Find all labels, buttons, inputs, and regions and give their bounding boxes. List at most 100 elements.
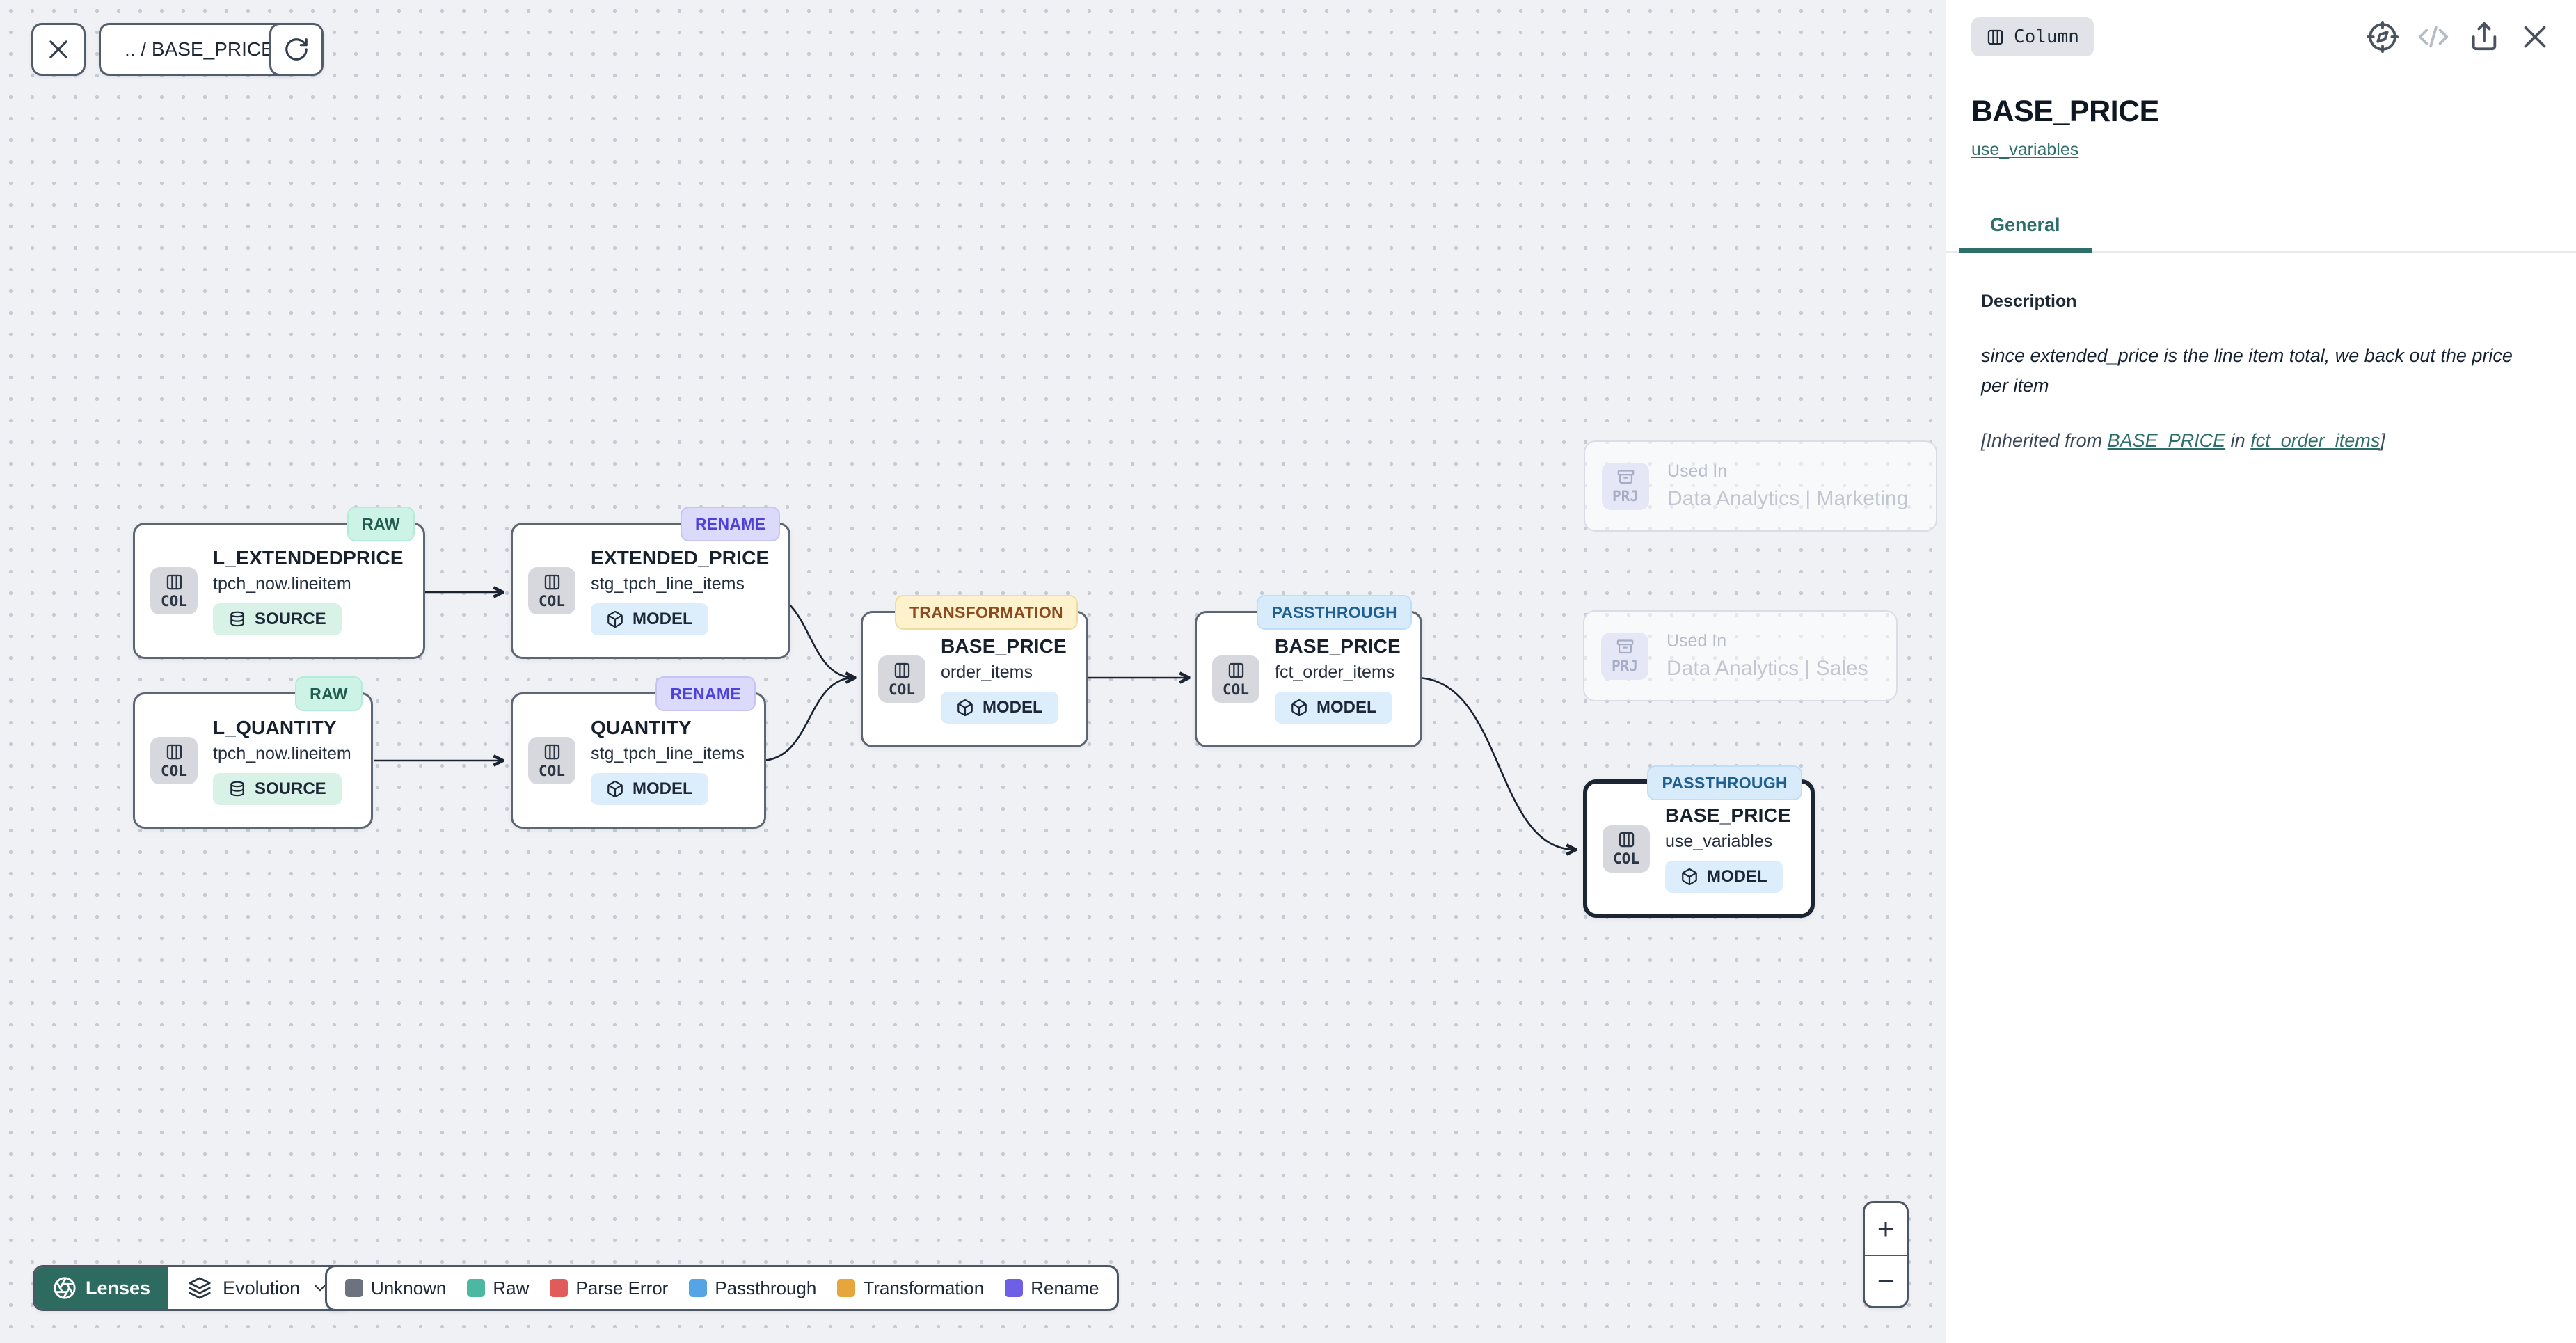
node-subtitle: fct_order_items <box>1275 662 1394 683</box>
used-in-node-marketing[interactable]: PRJ Used In Data Analytics | Marketing <box>1584 440 1937 532</box>
lens-badge: RAW <box>295 676 363 711</box>
node-l-quantity[interactable]: RAW COL L_QUANTITY tpch_now.lineitem SOU… <box>133 692 373 829</box>
node-title: L_QUANTITY <box>213 717 337 739</box>
legend-swatch <box>467 1279 485 1297</box>
node-subtitle: stg_tpch_line_items <box>591 574 745 594</box>
columns-icon <box>543 573 562 591</box>
close-icon <box>45 36 72 63</box>
legend-item-rename: Rename <box>1005 1278 1099 1299</box>
asset-type-pill: MODEL <box>591 773 708 805</box>
column-chip: COL <box>150 567 198 614</box>
lens-badge: PASSTHROUGH <box>1647 765 1802 800</box>
legend-item-unknown: Unknown <box>345 1278 446 1299</box>
database-icon <box>228 780 246 798</box>
column-chip: COL <box>1212 655 1259 703</box>
node-subtitle: tpch_now.lineitem <box>213 574 351 594</box>
lenses-control: Lenses Evolution <box>33 1265 351 1311</box>
node-title: EXTENDED_PRICE <box>591 547 769 569</box>
asset-type-pill: MODEL <box>1665 861 1783 893</box>
node-base-price-order-items[interactable]: TRANSFORMATION COL BASE_PRICE order_item… <box>861 611 1088 747</box>
columns-icon <box>543 742 562 761</box>
database-icon <box>228 610 246 628</box>
asset-type-pill: SOURCE <box>213 773 342 805</box>
node-subtitle: order_items <box>941 662 1033 683</box>
columns-icon <box>1986 28 2005 47</box>
column-chip: COL <box>528 567 575 614</box>
description-text: since extended_price is the line item to… <box>1981 341 2545 401</box>
asset-type-pill: SOURCE <box>213 603 342 635</box>
columns-icon <box>165 573 184 591</box>
column-chip: COL <box>878 655 925 703</box>
columns-icon <box>165 742 184 761</box>
cube-icon <box>606 780 624 798</box>
refresh-button[interactable] <box>269 23 324 76</box>
model-link[interactable]: use_variables <box>1971 140 2078 160</box>
node-quantity[interactable]: RENAME COL QUANTITY stg_tpch_line_items … <box>511 692 766 829</box>
zoom-out-button[interactable]: − <box>1865 1255 1907 1306</box>
cube-icon <box>1290 699 1308 717</box>
node-title: BASE_PRICE <box>941 635 1067 658</box>
cube-icon <box>606 610 624 628</box>
node-title: QUANTITY <box>591 717 692 739</box>
lens-mode-dropdown[interactable]: Evolution <box>168 1267 349 1309</box>
lens-mode-label: Evolution <box>223 1278 300 1299</box>
lens-badge: RAW <box>347 507 415 541</box>
node-l-extendedprice[interactable]: RAW COL L_EXTENDEDPRICE tpch_now.lineite… <box>133 523 425 659</box>
archive-icon <box>1616 468 1635 486</box>
legend-swatch <box>837 1279 855 1297</box>
used-in-name: Data Analytics | Sales <box>1667 657 1868 681</box>
legend-swatch <box>689 1279 707 1297</box>
used-in-name: Data Analytics | Marketing <box>1667 487 1908 511</box>
node-title: BASE_PRICE <box>1275 635 1401 658</box>
compass-icon <box>2367 21 2399 53</box>
lens-badge: RENAME <box>681 507 780 541</box>
column-chip: COL <box>1603 825 1650 873</box>
project-chip: PRJ <box>1602 463 1649 510</box>
share-icon <box>2468 21 2500 53</box>
description-label: Description <box>1981 292 2551 312</box>
lineage-canvas[interactable]: .. / BASE_PRICE RAW COL L_EXTENDEDPRICE … <box>0 0 1946 1343</box>
panel-tabs: General <box>1946 205 2576 253</box>
close-graph-button[interactable] <box>31 23 86 76</box>
details-panel: Column BASE_PRICE use_variables General … <box>1946 0 2576 1343</box>
cube-icon <box>1680 868 1699 886</box>
panel-title: BASE_PRICE <box>1971 95 2551 129</box>
legend-item-passthrough: Passthrough <box>689 1278 816 1299</box>
node-title: BASE_PRICE <box>1665 804 1791 827</box>
lenses-button[interactable]: Lenses <box>35 1267 168 1309</box>
code-icon <box>2417 21 2449 53</box>
legend-swatch <box>550 1279 568 1297</box>
node-subtitle: use_variables <box>1665 832 1772 852</box>
share-button[interactable] <box>2468 21 2500 53</box>
inherited-note: [Inherited from BASE_PRICE in fct_order_… <box>1981 430 2551 452</box>
asset-type-pill: MODEL <box>591 603 708 635</box>
aperture-icon <box>53 1276 77 1300</box>
lens-badge: RENAME <box>655 676 755 711</box>
used-in-node-sales[interactable]: PRJ Used In Data Analytics | Sales <box>1583 610 1898 701</box>
legend-item-parse-error: Parse Error <box>550 1278 668 1299</box>
node-extended-price[interactable]: RENAME COL EXTENDED_PRICE stg_tpch_line_… <box>511 523 790 659</box>
node-title: L_EXTENDEDPRICE <box>213 547 404 569</box>
node-subtitle: stg_tpch_line_items <box>591 744 745 764</box>
node-base-price-use-variables[interactable]: PASSTHROUGH COL BASE_PRICE use_variables… <box>1583 779 1815 918</box>
project-chip: PRJ <box>1601 633 1648 680</box>
legend-item-transformation: Transformation <box>837 1278 984 1299</box>
lenses-label: Lenses <box>86 1278 150 1299</box>
close-panel-button[interactable] <box>2519 21 2551 53</box>
close-icon <box>2519 21 2551 53</box>
columns-icon <box>893 661 912 680</box>
inherited-column-link[interactable]: BASE_PRICE <box>2108 430 2226 451</box>
node-base-price-fct-order-items[interactable]: PASSTHROUGH COL BASE_PRICE fct_order_ite… <box>1195 611 1422 747</box>
column-chip: COL <box>528 737 575 784</box>
column-chip: COL <box>150 737 198 784</box>
cube-icon <box>956 699 974 717</box>
explore-lineage-button[interactable] <box>2367 21 2399 53</box>
zoom-in-button[interactable]: + <box>1865 1203 1907 1255</box>
legend-swatch <box>1005 1279 1023 1297</box>
columns-icon <box>1617 830 1636 849</box>
tab-general[interactable]: General <box>1959 205 2092 253</box>
asset-type-pill: MODEL <box>1275 692 1392 724</box>
view-code-button[interactable] <box>2417 21 2449 53</box>
node-subtitle: tpch_now.lineitem <box>213 744 351 764</box>
inherited-model-link[interactable]: fct_order_items <box>2250 430 2380 451</box>
